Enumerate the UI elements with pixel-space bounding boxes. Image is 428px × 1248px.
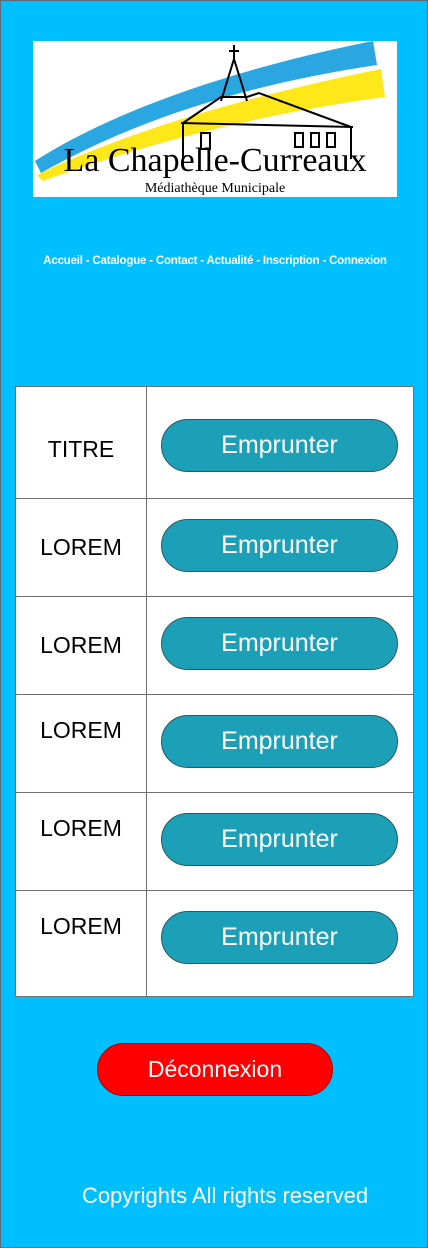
table-row: LOREM Emprunter bbox=[16, 597, 413, 695]
logout-button[interactable]: Déconnexion bbox=[97, 1043, 333, 1096]
nav-separator: - bbox=[253, 255, 263, 267]
row-title: LOREM bbox=[40, 815, 122, 841]
table-cell-title: LOREM bbox=[16, 793, 147, 890]
logo-subtitle: Médiathèque Municipale bbox=[145, 181, 285, 196]
main-nav: Accueil - Catalogue - Contact - Actualit… bbox=[1, 255, 428, 267]
row-title: LOREM bbox=[40, 632, 122, 658]
row-title: LOREM bbox=[40, 534, 122, 560]
row-title: LOREM bbox=[40, 913, 122, 939]
nav-separator: - bbox=[319, 255, 330, 267]
row-title: LOREM bbox=[40, 717, 122, 743]
table-cell-title: LOREM bbox=[16, 695, 147, 792]
emprunter-button[interactable]: Emprunter bbox=[161, 419, 398, 472]
emprunter-button[interactable]: Emprunter bbox=[161, 519, 398, 572]
nav-separator: - bbox=[82, 255, 93, 267]
nav-item-inscription[interactable]: Inscription bbox=[263, 255, 320, 267]
nav-item-contact[interactable]: Contact bbox=[156, 255, 198, 267]
emprunter-button[interactable]: Emprunter bbox=[161, 911, 398, 964]
table-row: LOREM Emprunter bbox=[16, 793, 413, 891]
nav-item-connexion[interactable]: Connexion bbox=[329, 255, 387, 267]
footer-copyright: Copyrights All rights reserved bbox=[81, 1183, 369, 1208]
table-row: TITRE Emprunter bbox=[16, 387, 413, 499]
emprunter-button[interactable]: Emprunter bbox=[161, 617, 398, 670]
nav-item-catalogue[interactable]: Catalogue bbox=[92, 255, 146, 267]
logo-graphic: La Chapelle-Curreaux Médiathèque Municip… bbox=[35, 41, 385, 196]
nav-item-accueil[interactable]: Accueil bbox=[43, 255, 83, 267]
nav-separator: - bbox=[146, 255, 156, 267]
table-row: LOREM Emprunter bbox=[16, 499, 413, 597]
table-row: LOREM Emprunter bbox=[16, 891, 413, 996]
logo-title: La Chapelle-Curreaux bbox=[63, 142, 366, 179]
table-row: LOREM Emprunter bbox=[16, 695, 413, 793]
table-cell-title: TITRE bbox=[16, 387, 147, 498]
site-logo[interactable]: La Chapelle-Curreaux Médiathèque Municip… bbox=[33, 41, 397, 197]
table-cell-title: LOREM bbox=[16, 891, 147, 996]
nav-item-actualite[interactable]: Actualité bbox=[206, 255, 253, 267]
emprunter-button[interactable]: Emprunter bbox=[161, 715, 398, 768]
emprunter-button[interactable]: Emprunter bbox=[161, 813, 398, 866]
catalogue-table: TITRE Emprunter LOREM Emprunter LOREM Em… bbox=[15, 386, 414, 997]
table-cell-title: LOREM bbox=[16, 597, 147, 694]
row-title: TITRE bbox=[47, 436, 115, 462]
table-cell-title: LOREM bbox=[16, 499, 147, 596]
